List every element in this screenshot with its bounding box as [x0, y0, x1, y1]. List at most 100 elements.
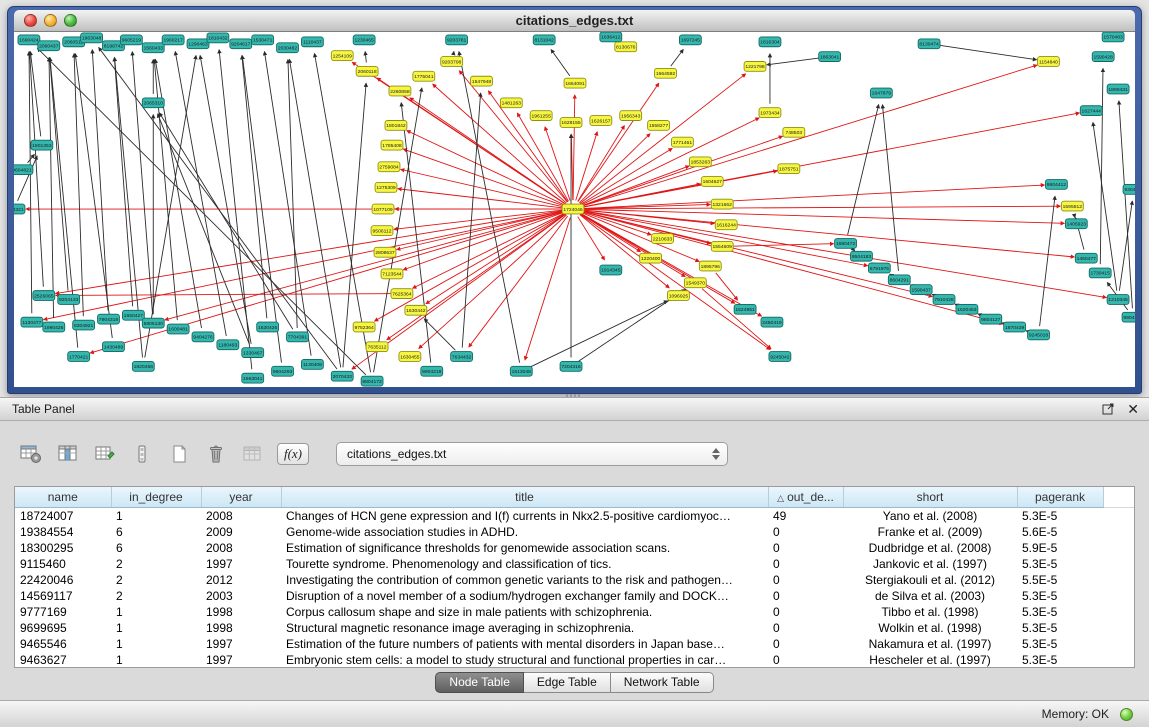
graph-node[interactable]: 9203781	[446, 35, 468, 45]
table-cell[interactable]: 1	[111, 507, 201, 524]
graph-edge[interactable]	[578, 126, 625, 202]
table-cell[interactable]: 9699695	[15, 620, 111, 636]
graph-node[interactable]: 7625364	[391, 289, 413, 299]
graph-node[interactable]: 1961255	[530, 111, 552, 121]
graph-node[interactable]: 1820456	[132, 361, 154, 371]
graph-node[interactable]: 2210633	[652, 234, 674, 244]
graph-node[interactable]: 8604291	[888, 275, 910, 285]
column-header-pagerank[interactable]: pagerank	[1017, 487, 1103, 507]
table-row[interactable]: 911546021997Tourette syndrome. Phenomeno…	[15, 556, 1134, 572]
table-row[interactable]: 2242004622012Investigating the contribut…	[15, 572, 1134, 588]
table-cell[interactable]: Tourette syndrome. Phenomenology and cla…	[281, 556, 768, 572]
table-row[interactable]: 1830029562008Estimation of significance …	[15, 540, 1134, 556]
table-cell[interactable]: Stergiakouli et al. (2012)	[843, 572, 1017, 588]
table-cell[interactable]: 2003	[201, 588, 281, 604]
table-cell[interactable]: Embryonic stem cells: a model to study s…	[281, 652, 768, 668]
table-cell[interactable]: 0	[768, 572, 843, 588]
table-cell[interactable]: 0	[768, 524, 843, 540]
tab-network-table[interactable]: Network Table	[611, 672, 714, 693]
table-cell[interactable]: Tibbo et al. (1998)	[843, 604, 1017, 620]
graph-node[interactable]: 1901353	[31, 140, 53, 150]
graph-node[interactable]: 1590437	[910, 285, 932, 295]
table-cell[interactable]: 2009	[201, 524, 281, 540]
table-cell[interactable]: Structural magnetic resonance image aver…	[281, 620, 768, 636]
graph-node[interactable]: 1647879	[870, 88, 892, 98]
graph-edge[interactable]	[582, 211, 933, 296]
column-header-in-degree[interactable]: in_degree	[111, 487, 201, 507]
graph-node[interactable]: 7123544	[381, 269, 403, 279]
table-cell[interactable]: Hescheler et al. (1997)	[843, 652, 1017, 668]
table-cell[interactable]: 6	[111, 524, 201, 540]
graph-node[interactable]: 1770421	[68, 352, 90, 362]
graph-node[interactable]: 1130408	[301, 359, 323, 369]
graph-edge[interactable]	[403, 212, 564, 270]
table-cell[interactable]: 2008	[201, 540, 281, 556]
graph-node[interactable]: 1627444	[1080, 106, 1102, 116]
graph-edge[interactable]	[767, 58, 821, 65]
graph-node[interactable]: 2759084	[378, 162, 400, 172]
graph-edge[interactable]	[848, 104, 879, 234]
graph-edge[interactable]	[576, 132, 598, 201]
graph-edge[interactable]	[1074, 215, 1075, 217]
column-header-short[interactable]: short	[843, 487, 1017, 507]
table-cell[interactable]: 0	[768, 620, 843, 636]
graph-node[interactable]: 1690424	[18, 35, 40, 45]
graph-node[interactable]: 1616244	[715, 220, 737, 230]
graph-edge[interactable]	[242, 56, 267, 319]
graph-node[interactable]: 1154840	[1038, 57, 1060, 67]
graph-node[interactable]: 1221798	[744, 62, 766, 72]
table-cell[interactable]: Yano et al. (2008)	[843, 507, 1017, 524]
graph-node[interactable]: 1730415	[1089, 268, 1111, 278]
graph-node[interactable]: 9245042	[769, 352, 791, 362]
float-panel-icon[interactable]	[1102, 402, 1115, 418]
graph-node[interactable]: 1558277	[648, 121, 670, 131]
table-cell[interactable]: 5.6E-5	[1017, 524, 1103, 540]
create-column-icon[interactable]	[92, 441, 118, 467]
graph-node[interactable]: 748503	[783, 127, 805, 137]
graph-node[interactable]: 9904162	[1122, 312, 1135, 322]
graph-node[interactable]: 2070433	[331, 371, 353, 381]
minimize-button[interactable]	[44, 14, 57, 27]
graph-node[interactable]: 1914345	[600, 265, 622, 275]
table-cell[interactable]: 9777169	[15, 604, 111, 620]
graph-node[interactable]: 1230465	[353, 35, 375, 45]
table-cell[interactable]: 2	[111, 572, 201, 588]
graph-edge[interactable]	[365, 52, 366, 63]
graph-node[interactable]: 7635112	[366, 342, 388, 352]
graph-node[interactable]: 7910428	[933, 295, 955, 305]
graph-edge[interactable]	[114, 58, 132, 307]
graph-node[interactable]: 1620453	[956, 304, 978, 314]
graph-node[interactable]: 1077109	[372, 204, 394, 214]
graph-node[interactable]: 1963048	[81, 33, 103, 43]
graph-node[interactable]: 1595812	[1061, 201, 1083, 211]
table-mode-icon[interactable]	[18, 441, 44, 467]
table-cell[interactable]: 5.9E-5	[1017, 540, 1103, 556]
graph-edge[interactable]	[571, 134, 572, 200]
graph-edge[interactable]	[582, 185, 1045, 209]
graph-node[interactable]: 1775041	[413, 71, 435, 81]
table-cell[interactable]: 1998	[201, 604, 281, 620]
import-table-icon[interactable]	[240, 441, 266, 467]
table-row[interactable]: 969969511998Structural magnetic resonanc…	[15, 620, 1134, 636]
table-cell[interactable]: Dudbridge et al. (2008)	[843, 540, 1017, 556]
graph-edge[interactable]	[401, 169, 565, 207]
close-button[interactable]	[24, 14, 37, 27]
delete-table-icon[interactable]	[203, 441, 229, 467]
graph-node[interactable]: 1460477	[1075, 253, 1097, 263]
graph-node[interactable]: 1816304	[759, 37, 781, 47]
table-cell[interactable]: 5.3E-5	[1017, 556, 1103, 572]
graph-node[interactable]: 9204617	[230, 39, 252, 49]
graph-edge[interactable]	[529, 301, 667, 368]
graph-node[interactable]: 1321662	[711, 199, 733, 209]
graph-node[interactable]: 1560433	[142, 43, 164, 53]
new-table-icon[interactable]	[166, 441, 192, 467]
graph-edge[interactable]	[397, 211, 565, 250]
table-row[interactable]: 1872400712008Changes of HCN gene express…	[15, 507, 1134, 524]
attribute-table[interactable]: name in_degree year title △out_de... sho…	[14, 486, 1135, 668]
graph-edge[interactable]	[488, 91, 567, 202]
graph-edge[interactable]	[1100, 68, 1103, 264]
graph-edge[interactable]	[200, 55, 251, 343]
graph-node[interactable]: 9804127	[980, 314, 1002, 324]
table-cell[interactable]: 1998	[201, 620, 281, 636]
tab-node-table[interactable]: Node Table	[435, 672, 524, 693]
